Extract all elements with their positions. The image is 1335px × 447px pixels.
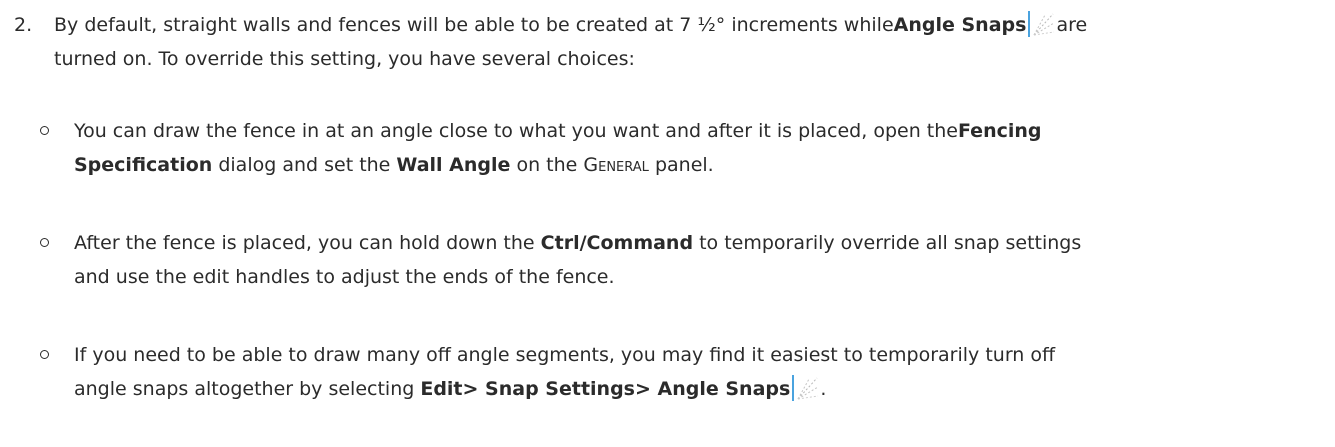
- step-text-part: are: [1056, 14, 1088, 36]
- step-line-2: turned on. To override this setting, you…: [54, 48, 635, 70]
- step-number: 2.: [14, 14, 33, 36]
- ctrl-command-term: Ctrl/Command: [540, 232, 694, 254]
- help-page: 2. By default, straight walls and fences…: [0, 0, 1335, 447]
- list-item-text: You can draw the fence in at an angle cl…: [74, 120, 1042, 176]
- list-item-text: After the fence is placed, you can hold …: [74, 232, 1082, 288]
- bullet-icon: [40, 350, 49, 359]
- general-panel-term: General: [583, 154, 649, 176]
- step-text-part: By default, straight walls and fences wi…: [54, 14, 894, 36]
- angle-snaps-term: Angle Snaps: [893, 14, 1027, 36]
- angle-snaps-icon: [792, 375, 819, 401]
- list-item-text: If you need to be able to draw many off …: [74, 344, 1056, 401]
- menu-path-term: Edit> Snap Settings> Angle Snaps: [420, 378, 791, 400]
- step-line-1: By default, straight walls and fences wi…: [54, 8, 1324, 42]
- fencing-term: Fencing: [957, 120, 1042, 142]
- bullet-icon: [40, 238, 49, 247]
- step-text: By default, straight walls and fences wi…: [54, 8, 1324, 76]
- specification-term: Specification: [74, 154, 213, 176]
- bullet-icon: [40, 126, 49, 135]
- angle-snaps-icon: [1028, 11, 1055, 37]
- wall-angle-term: Wall Angle: [396, 154, 511, 176]
